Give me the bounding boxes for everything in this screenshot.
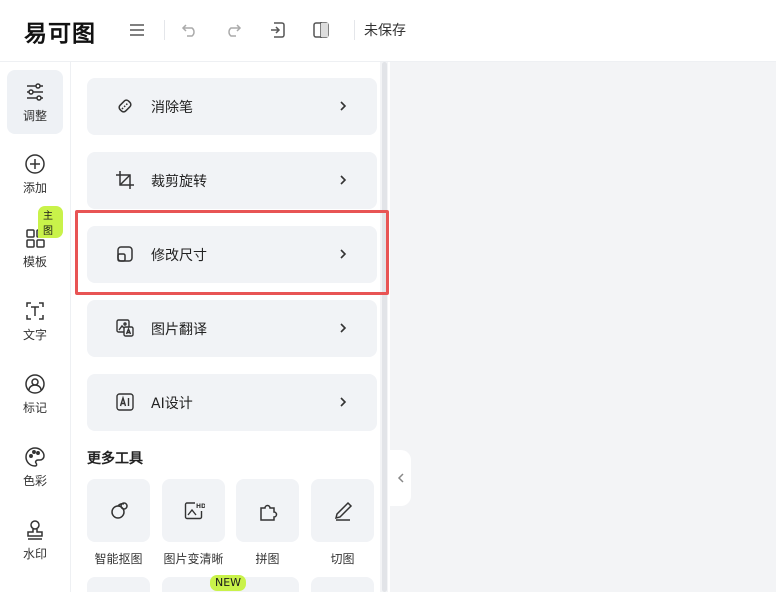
chevron-right-icon — [340, 175, 347, 185]
rail-label: 色彩 — [22, 473, 47, 488]
more-tools-title: 更多工具 — [87, 451, 143, 467]
tool-crop-rotate[interactable]: 裁剪旋转 — [87, 152, 377, 209]
chevron-left-icon — [397, 473, 404, 483]
tool-label: 消除笔 — [151, 100, 193, 116]
grid-tool-next[interactable] — [87, 577, 150, 592]
translate-image-icon — [116, 319, 134, 337]
grid-tool-next[interactable] — [311, 577, 374, 592]
main-image-badge: 主图 — [38, 206, 63, 238]
sliders-icon — [27, 82, 43, 101]
save-status: 未保存 — [364, 23, 406, 39]
undo-icon[interactable] — [180, 20, 200, 40]
grid-tool-slice[interactable] — [311, 479, 374, 542]
tool-label: 裁剪旋转 — [151, 174, 207, 190]
new-badge: NEW — [210, 575, 247, 591]
chevron-right-icon — [340, 323, 347, 333]
mark-icon — [25, 373, 45, 394]
rail-label: 标记 — [22, 400, 47, 415]
import-icon[interactable] — [267, 20, 287, 40]
tool-eraser[interactable]: 消除笔 — [87, 78, 377, 135]
rail-label: 文字 — [22, 327, 47, 342]
rail-item-mark[interactable]: 标记 — [7, 362, 63, 426]
tool-label: AI设计 — [151, 396, 193, 412]
palette-icon — [25, 446, 45, 467]
chevron-right-icon — [340, 397, 347, 407]
slice-icon — [334, 501, 352, 521]
editor-canvas[interactable] — [390, 62, 776, 592]
rail-label: 模板 — [22, 254, 47, 269]
rail-item-text[interactable]: 文字 — [7, 289, 63, 353]
tool-image-translate[interactable]: 图片翻译 — [87, 300, 377, 357]
rail-label: 水印 — [22, 546, 47, 561]
left-rail: 调整 添加 主图 模板 文字 标记 色彩 水印 — [0, 62, 71, 592]
rail-item-color[interactable]: 色彩 — [7, 435, 63, 499]
grid-label: 切图 — [330, 552, 355, 566]
svg-text:HD: HD — [196, 503, 205, 510]
compare-icon[interactable] — [311, 20, 331, 40]
toolbar-divider — [354, 20, 355, 40]
cutout-icon — [110, 501, 128, 519]
tool-ai-design[interactable]: AI设计 — [87, 374, 377, 431]
grid-label: 拼图 — [255, 552, 280, 566]
hd-image-icon: HD — [184, 501, 205, 519]
rail-label: 添加 — [22, 180, 47, 195]
rail-label: 调整 — [22, 108, 47, 123]
rail-item-template[interactable]: 主图 模板 — [7, 206, 63, 280]
rail-item-add[interactable]: 添加 — [7, 142, 63, 206]
tool-resize[interactable]: 修改尺寸 — [87, 226, 377, 283]
toolbar-divider — [164, 20, 165, 40]
rail-item-adjust[interactable]: 调整 — [7, 70, 63, 134]
grid-label: 智能抠图 — [94, 552, 143, 566]
menu-icon[interactable] — [127, 20, 147, 40]
panel-scrollbar-thumb[interactable] — [382, 62, 387, 592]
stamp-icon — [27, 519, 43, 540]
eraser-icon — [118, 99, 132, 113]
grid-tool-hd[interactable]: HD — [162, 479, 225, 542]
text-icon — [26, 301, 44, 320]
app-logo: 易可图 — [24, 21, 96, 47]
redo-icon[interactable] — [223, 20, 243, 40]
ai-icon — [116, 393, 134, 411]
tool-label: 修改尺寸 — [151, 248, 207, 264]
grid-tool-cutout[interactable] — [87, 479, 150, 542]
tool-label: 图片翻译 — [151, 322, 207, 338]
puzzle-icon — [259, 504, 277, 521]
top-toolbar: 易可图 未保存 — [0, 0, 776, 62]
grid-tool-puzzle[interactable] — [236, 479, 299, 542]
grid-label: 图片变清晰 — [163, 552, 224, 566]
chevron-right-icon — [340, 249, 347, 259]
rail-item-watermark[interactable]: 水印 — [7, 508, 63, 572]
collapse-panel-button[interactable] — [390, 450, 411, 506]
resize-icon — [117, 246, 133, 262]
plus-circle-icon — [25, 153, 45, 174]
chevron-right-icon — [340, 101, 347, 111]
crop-icon — [116, 171, 134, 189]
